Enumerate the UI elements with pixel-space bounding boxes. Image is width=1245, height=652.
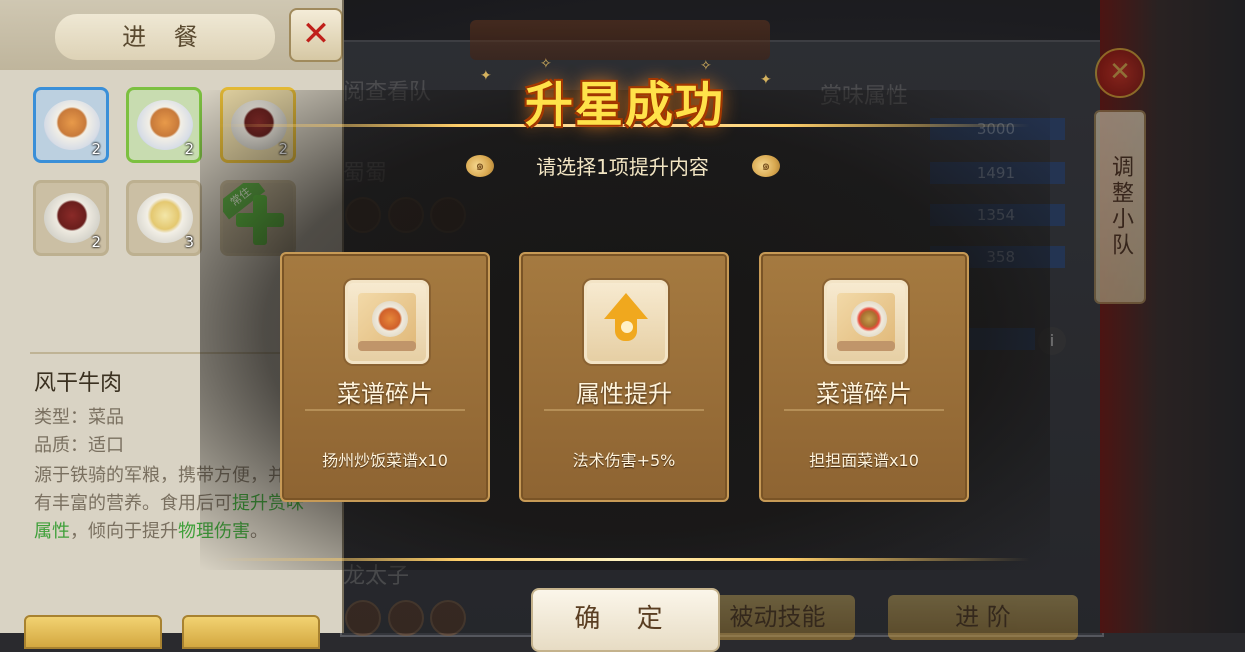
item-quality: 品质：适口	[34, 435, 124, 456]
food-slot[interactable]: 2	[33, 180, 109, 256]
card-divider	[784, 399, 944, 411]
attribute-up-icon	[584, 280, 668, 364]
eat-action-button[interactable]	[24, 615, 162, 649]
reward-card-recipe-1[interactable]: 菜谱碎片 扬州炒饭菜谱x10	[280, 252, 490, 502]
card-desc: 担担面菜谱x10	[809, 451, 919, 470]
confirm-button[interactable]: 确 定	[531, 588, 720, 652]
food-slot[interactable]: 2	[126, 87, 202, 163]
food-slot[interactable]: 2	[33, 87, 109, 163]
card-divider	[544, 399, 704, 411]
reward-card-attribute[interactable]: 属性提升 法术伤害+5%	[519, 252, 729, 502]
star-up-success-title: 升星成功	[524, 77, 725, 133]
food-slot[interactable]: 3	[126, 180, 202, 256]
choose-prompt: 请选择1项提升内容	[536, 155, 709, 179]
card-desc: 法术伤害+5%	[572, 451, 676, 470]
item-count: 2	[91, 140, 101, 158]
glow-line	[215, 558, 1030, 561]
eat-action-button[interactable]	[182, 615, 320, 649]
card-divider	[305, 399, 465, 411]
eat-panel-title: 进 餐	[55, 14, 275, 60]
recipe-scroll-icon	[824, 280, 908, 364]
close-icon[interactable]: ✕	[289, 8, 343, 62]
recipe-scroll-icon	[345, 280, 429, 364]
reward-card-recipe-2[interactable]: 菜谱碎片 担担面菜谱x10	[759, 252, 969, 502]
item-type: 类型：菜品	[34, 407, 124, 428]
item-name: 风干牛肉	[34, 371, 123, 396]
cloud-ornament-icon: ๑	[752, 155, 780, 177]
item-count: 2	[91, 233, 101, 251]
card-desc: 扬州炒饭菜谱x10	[322, 451, 448, 470]
item-count: 3	[184, 233, 194, 251]
item-count: 2	[184, 140, 194, 158]
